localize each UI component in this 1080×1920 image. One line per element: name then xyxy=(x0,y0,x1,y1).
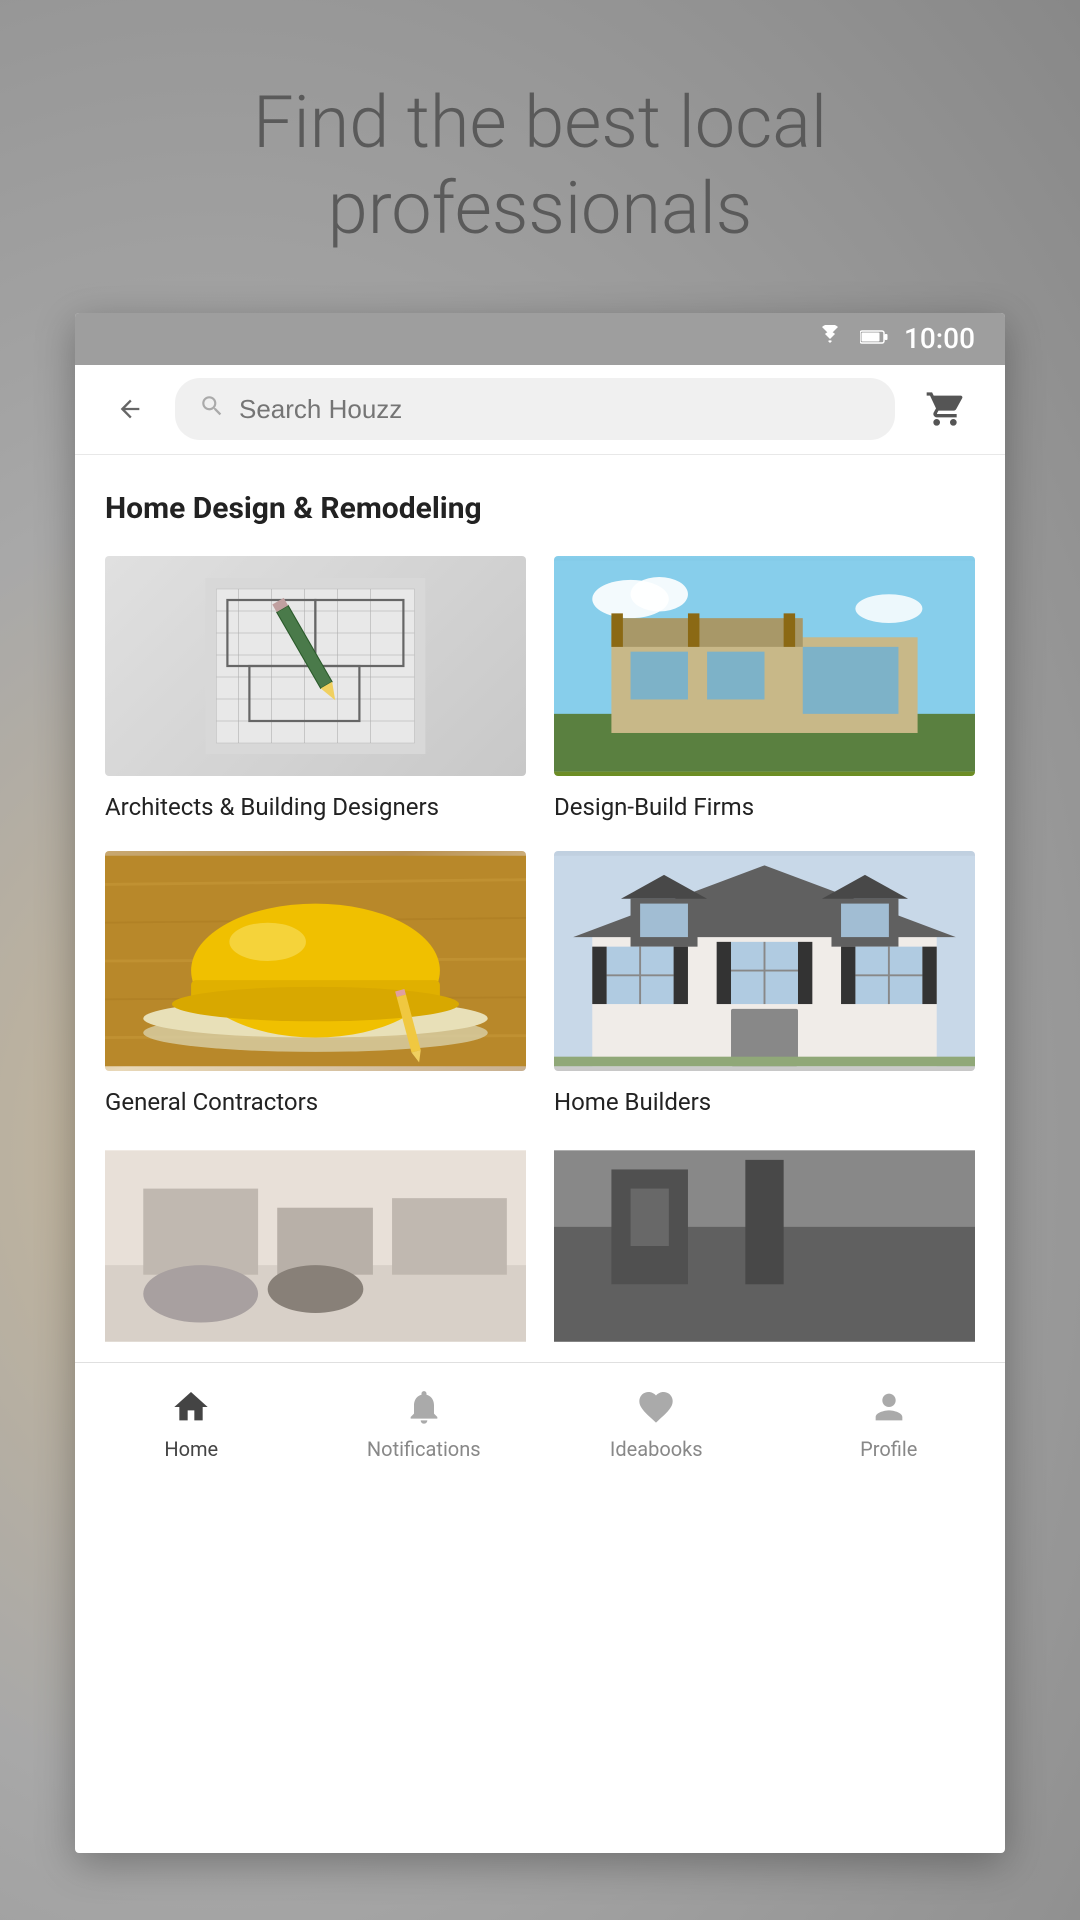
design-build-label: Design-Build Firms xyxy=(554,792,975,823)
wifi-icon xyxy=(816,325,844,353)
grid-item-interior[interactable] xyxy=(105,1146,526,1362)
content-area: Home Design & Remodeling xyxy=(75,455,1005,1362)
section-title: Home Design & Remodeling xyxy=(105,491,975,526)
home-nav-label: Home xyxy=(164,1437,218,1461)
home-icon xyxy=(169,1385,213,1429)
back-button[interactable] xyxy=(105,384,155,434)
status-time: 10:00 xyxy=(904,322,975,355)
profile-icon xyxy=(867,1385,911,1429)
grid-item-exterior[interactable] xyxy=(554,1146,975,1362)
search-input[interactable] xyxy=(239,394,871,425)
battery-icon xyxy=(860,326,888,351)
exterior-image xyxy=(554,1146,975,1346)
interior-image xyxy=(105,1146,526,1346)
phone-frame: 10:00 Home Design & Remodeling xyxy=(75,313,1005,1853)
profile-nav-label: Profile xyxy=(860,1437,917,1461)
architects-label: Architects & Building Designers xyxy=(105,792,526,823)
status-bar: 10:00 xyxy=(75,313,1005,365)
top-bar xyxy=(75,365,1005,455)
cart-button[interactable] xyxy=(915,379,975,439)
nav-item-profile[interactable]: Profile xyxy=(773,1375,1006,1471)
architects-image xyxy=(105,556,526,776)
category-grid: Architects & Building Designers xyxy=(105,556,975,1362)
design-build-image xyxy=(554,556,975,776)
grid-item-design-build[interactable]: Design-Build Firms xyxy=(554,556,975,823)
search-icon xyxy=(199,393,225,425)
notifications-nav-label: Notifications xyxy=(367,1437,481,1461)
hero-section: Find the best local professionals xyxy=(0,0,1080,313)
ideabooks-icon xyxy=(634,1385,678,1429)
grid-item-home-builders[interactable]: Home Builders xyxy=(554,851,975,1118)
nav-item-ideabooks[interactable]: Ideabooks xyxy=(540,1375,773,1471)
contractors-image xyxy=(105,851,526,1071)
nav-item-notifications[interactable]: Notifications xyxy=(308,1375,541,1471)
notifications-icon xyxy=(402,1385,446,1429)
nav-item-home[interactable]: Home xyxy=(75,1375,308,1471)
search-bar[interactable] xyxy=(175,378,895,440)
grid-item-architects[interactable]: Architects & Building Designers xyxy=(105,556,526,823)
ideabooks-nav-label: Ideabooks xyxy=(610,1437,703,1461)
home-builders-image xyxy=(554,851,975,1071)
grid-item-contractors[interactable]: General Contractors xyxy=(105,851,526,1118)
home-builders-label: Home Builders xyxy=(554,1087,975,1118)
bottom-navigation: Home Notifications Ideabooks xyxy=(75,1362,1005,1482)
contractors-label: General Contractors xyxy=(105,1087,526,1118)
hero-title: Find the best local professionals xyxy=(80,80,1000,253)
